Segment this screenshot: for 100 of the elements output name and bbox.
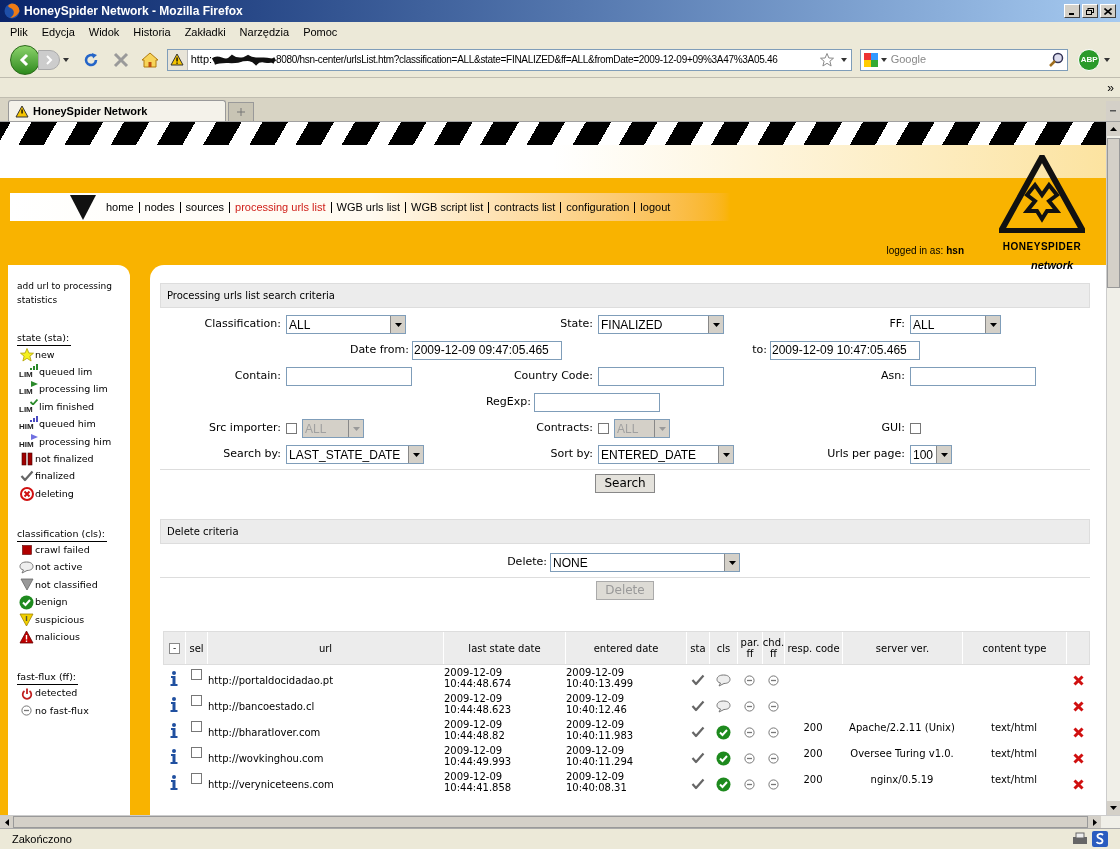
close-icon[interactable] [1100,4,1116,18]
text-field[interactable] [598,367,724,386]
nav-link[interactable]: nodes [144,198,175,216]
dropdown[interactable]: ENTERED_DATE [598,445,734,464]
nav-link[interactable]: home [106,198,134,216]
menu-item[interactable]: Pomoc [303,23,338,41]
column-header: chd. ff [762,637,785,659]
maximize-icon[interactable] [1082,4,1098,18]
text-field[interactable] [286,367,412,386]
nav-link[interactable]: WGB script list [411,198,484,216]
sidebar-link[interactable]: statistics [17,293,58,307]
nav-link[interactable]: contracts list [494,198,556,216]
caret-icon[interactable] [708,316,723,333]
field-label: Date from: [348,342,410,359]
checkbox[interactable] [910,423,921,434]
logged-in-label: logged in as: [886,244,944,258]
check-icon [690,725,705,739]
menu-item[interactable]: Narzędzia [239,23,290,41]
adblock-button[interactable]: ABP [1078,48,1100,71]
delete-icon[interactable] [1072,752,1084,764]
nav-link[interactable]: configuration [566,198,630,216]
field-label: Delete: [506,554,548,571]
arrow-up-icon[interactable] [1107,122,1120,136]
delete-icon[interactable] [1072,674,1084,686]
caret-icon[interactable] [985,316,1000,333]
menu-item[interactable]: Edycja [41,23,75,41]
minus-circle-icon [765,751,781,765]
caret-icon[interactable] [880,57,887,62]
arrow-right-icon[interactable] [1088,816,1101,828]
minus-circle-icon [742,699,757,713]
nav-link[interactable]: logout [640,198,671,216]
caret-icon[interactable] [840,57,847,62]
text-field[interactable]: 2009-12-09 09:47:05.465 [412,341,562,360]
dropdown[interactable]: ALL [910,315,1001,334]
checkbox[interactable] [190,669,202,680]
check-icon [690,751,705,765]
menu-item[interactable]: Zakładki [184,23,226,41]
dropdown[interactable]: 100 [910,445,952,464]
nav-link[interactable]: processing urls list [235,198,326,216]
back-button[interactable] [10,44,40,75]
search-icon[interactable] [1048,51,1065,68]
caret-icon[interactable] [1104,57,1110,62]
dropdown[interactable]: ALL [286,315,406,334]
caret-icon[interactable] [62,57,69,62]
dropdown[interactable]: NONE [550,553,740,572]
home-icon[interactable] [140,51,159,68]
menu-item[interactable]: Plik [10,23,28,41]
caret-icon[interactable] [390,316,405,333]
text-field[interactable] [534,393,660,412]
search-field[interactable]: Google [859,48,1069,71]
checkbox[interactable] [190,747,202,758]
url-cell-text: http://wovkinghou.com [207,751,324,766]
table-cell-text: Oversee Turing v1.0. [850,747,954,761]
info-icon[interactable] [170,696,178,712]
url-cell-text: http://bancoestado.cl [207,699,315,714]
scroll-thumb[interactable] [1107,138,1120,288]
star-icon[interactable] [819,52,834,67]
bookmarks-overflow[interactable]: » [1107,78,1114,97]
dropdown[interactable]: FINALIZED [598,315,724,334]
browser-tab[interactable]: HoneySpider Network [8,100,226,121]
check-icon [690,699,705,713]
url-text: http: [190,52,213,68]
square-icon [19,543,34,558]
search-engine-icon[interactable] [862,51,879,68]
arrow-left-icon[interactable] [0,816,13,828]
delete-icon[interactable] [1072,700,1084,712]
info-icon[interactable] [170,722,178,738]
vertical-scrollbar[interactable] [1106,122,1120,815]
minimize-icon[interactable] [1064,4,1080,18]
checkbox[interactable] [190,721,202,732]
checkbox[interactable] [190,695,202,706]
s-icon[interactable] [1092,831,1108,847]
collapse-button[interactable]: - [169,642,180,654]
checkbox[interactable] [190,773,202,784]
info-icon[interactable] [170,774,178,790]
caret-icon[interactable] [724,554,739,571]
caret-icon[interactable] [408,446,423,463]
address-bar[interactable]: http: 8080/hsn-center/urlsList.htm?classification=ALL&state=FINALIZED&ff=ALL&fromDate=2009-12-09+09%3A47%3A05.46 [166,48,852,71]
text-field[interactable] [910,367,1036,386]
table-cell: 2009-12-09 10:40:11.294 [565,745,634,767]
dropdown[interactable]: LAST_STATE_DATE [286,445,424,464]
info-icon[interactable] [170,670,178,686]
legend-label: deleting [35,486,74,501]
info-icon[interactable] [170,748,178,764]
search-placeholder: Google [890,52,928,68]
reload-icon[interactable] [82,51,99,68]
nav-link[interactable]: WGB urls list [336,198,401,216]
printer-icon[interactable] [1072,832,1088,846]
text-field[interactable]: 2009-12-09 10:47:05.465 [770,341,920,360]
caret-icon[interactable] [936,446,951,463]
delete-icon[interactable] [1072,778,1084,790]
arrow-down-icon[interactable] [1107,801,1120,815]
menu-item[interactable]: Widok [88,23,120,41]
caret-icon[interactable] [718,446,733,463]
delete-icon[interactable] [1072,726,1084,738]
menu-item[interactable]: Historia [133,23,171,41]
nav-link[interactable]: sources [185,198,225,216]
url-cell-text: http://portaldocidadao.pt [207,673,334,688]
search-button[interactable]: Search [595,474,655,493]
sidebar-link[interactable]: add url to processing [17,279,112,293]
